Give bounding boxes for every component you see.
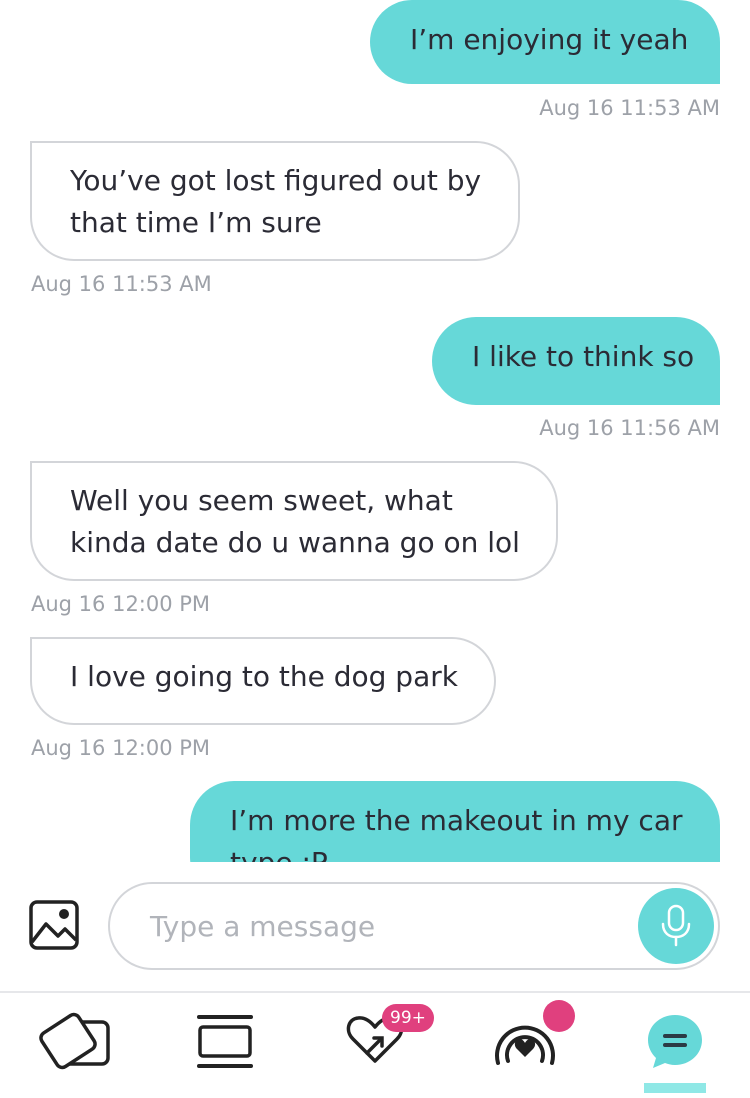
message-timestamp: Aug 16 11:53 AM <box>539 96 720 120</box>
message-timestamp: Aug 16 12:00 PM <box>31 592 211 616</box>
sent-message-bubble: I’m enjoying it yeah <box>370 0 720 84</box>
photo-gallery-button[interactable] <box>29 900 79 950</box>
received-message-bubble: I love going to the dog park <box>30 637 496 725</box>
received-message-bubble: You’ve got lost figured out by that time… <box>30 141 520 261</box>
chat-icon <box>648 1015 702 1068</box>
message-input-placeholder: Type a message <box>150 910 376 943</box>
message-text: I like to think so <box>472 340 695 373</box>
message-text-line: You’ve got lost figured out by <box>70 164 482 197</box>
cards-icon <box>39 1012 110 1070</box>
active-tab-indicator <box>644 1083 706 1093</box>
message-text-line: that time I’m sure <box>70 206 322 239</box>
stack-icon <box>197 1015 253 1068</box>
microphone-icon <box>661 904 691 947</box>
sent-message-bubble: I’m more the makeout in my car type :P <box>190 781 720 862</box>
nav-item-discover[interactable] <box>16 993 136 1094</box>
image-icon <box>29 900 79 950</box>
message-list[interactable]: I’m enjoying it yeah Aug 16 11:53 AM You… <box>0 0 750 862</box>
received-message-bubble: Well you seem sweet, what kinda date do … <box>30 461 558 581</box>
bottom-navigation <box>0 993 750 1094</box>
sent-message-bubble: I like to think so <box>432 317 720 405</box>
message-text-line: I’m more the makeout in my car <box>230 804 683 837</box>
live-notification-dot <box>543 1000 575 1032</box>
message-text: I love going to the dog park <box>70 660 458 693</box>
message-timestamp: Aug 16 12:00 PM <box>31 736 211 760</box>
message-text-line: type :P <box>230 842 680 862</box>
message-input[interactable]: Type a message <box>108 882 720 970</box>
nav-item-feed[interactable] <box>165 993 285 1094</box>
nav-item-chats[interactable] <box>615 993 735 1094</box>
message-text: I’m enjoying it yeah <box>410 23 689 56</box>
likes-count-badge: 99+ <box>382 1004 434 1032</box>
message-timestamp: Aug 16 11:53 AM <box>31 272 212 296</box>
voice-message-button[interactable] <box>638 888 714 964</box>
message-timestamp: Aug 16 11:56 AM <box>539 416 720 440</box>
message-text-line: kinda date do u wanna go on lol <box>70 526 520 559</box>
message-text-line: Well you seem sweet, what <box>70 484 453 517</box>
